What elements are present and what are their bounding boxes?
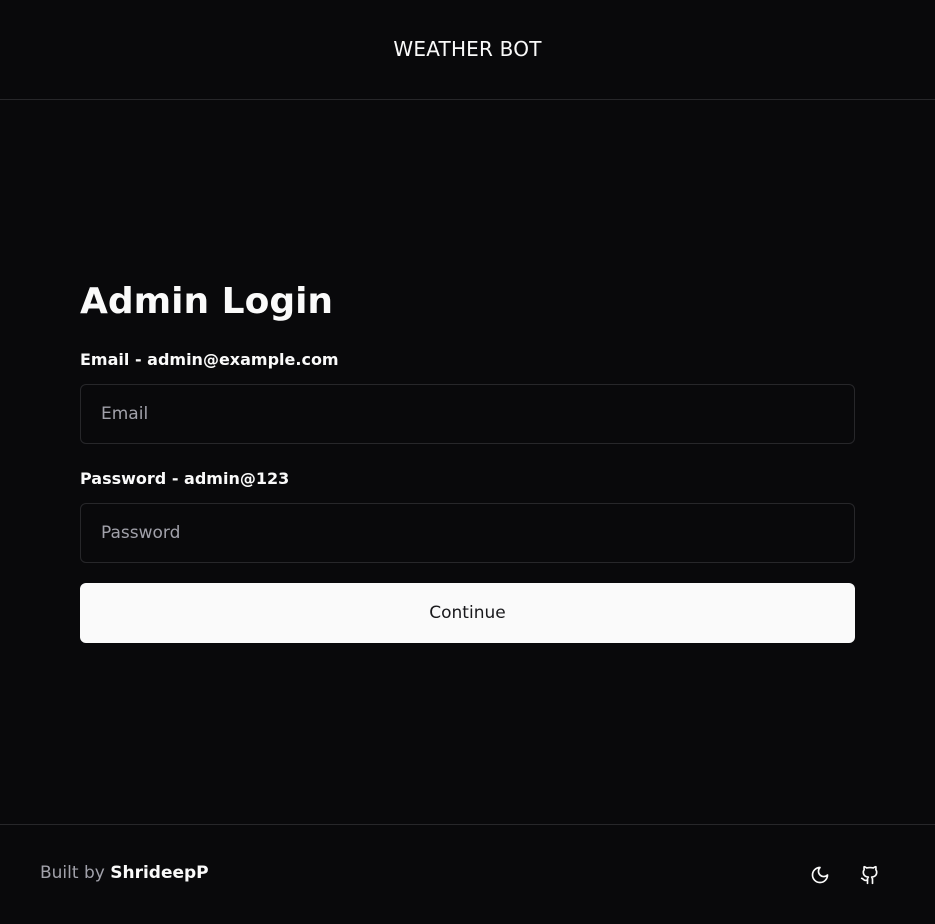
github-icon [860, 865, 878, 885]
login-form: Admin Login Email - admin@example.com Pa… [80, 278, 855, 643]
credit-prefix: Built by [40, 863, 105, 883]
theme-toggle-button[interactable] [806, 861, 834, 889]
email-input[interactable] [80, 384, 855, 444]
credit-text: Built by ShrideepP [40, 863, 209, 883]
github-link[interactable] [856, 861, 884, 889]
site-footer: Built by ShrideepP [0, 824, 935, 924]
moon-icon [811, 866, 829, 884]
site-header: WEATHER BOT [0, 0, 935, 100]
credit-author-link[interactable]: ShrideepP [110, 863, 208, 883]
continue-button[interactable]: Continue [80, 583, 855, 643]
app-title: WEATHER BOT [393, 36, 542, 61]
password-input[interactable] [80, 503, 855, 563]
password-label: Password - admin@123 [80, 469, 290, 488]
page-title: Admin Login [80, 281, 334, 322]
email-label: Email - admin@example.com [80, 350, 339, 369]
